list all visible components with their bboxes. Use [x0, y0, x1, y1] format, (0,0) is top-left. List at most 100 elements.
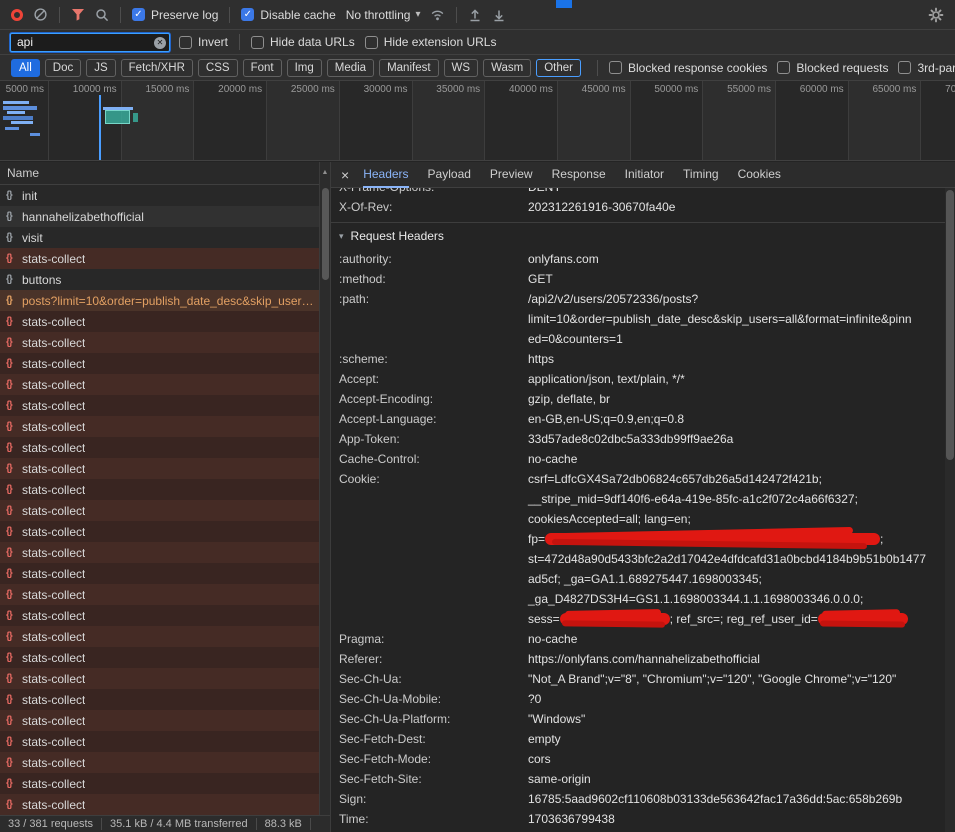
network-conditions-button[interactable]	[430, 8, 445, 21]
waterfall-activity	[133, 113, 138, 122]
header-name: Sec-Fetch-Site:	[331, 769, 528, 789]
throttling-select[interactable]: No throttling ▾	[346, 8, 421, 22]
scroll-up-icon[interactable]: ▲	[320, 162, 330, 176]
filter-chip-font[interactable]: Font	[243, 59, 282, 77]
timeline-overview[interactable]: 5000 ms10000 ms15000 ms20000 ms25000 ms3…	[0, 81, 955, 161]
request-row[interactable]: {}stats-collect	[0, 563, 330, 584]
request-row[interactable]: {}stats-collect	[0, 647, 330, 668]
blocked-requests-checkbox[interactable]	[777, 61, 790, 74]
request-row[interactable]: {}buttons	[0, 269, 330, 290]
invert-checkbox[interactable]	[179, 36, 192, 49]
disable-cache-checkbox[interactable]	[241, 8, 254, 21]
request-row[interactable]: {}stats-collect	[0, 605, 330, 626]
value-text: onlyfans.com	[528, 252, 599, 266]
blocked-response-cookies-checkbox[interactable]	[609, 61, 622, 74]
third-party-requests-toggle[interactable]: 3rd-party requests	[898, 61, 955, 75]
request-name: stats-collect	[22, 504, 85, 518]
filter-icon	[71, 8, 85, 21]
details-tabbar: × Headers Payload Preview Response Initiator…	[331, 162, 955, 188]
preserve-log-checkbox[interactable]	[132, 8, 145, 21]
request-row[interactable]: {}stats-collect	[0, 437, 330, 458]
request-row[interactable]: {}hannahelizabethofficial	[0, 206, 330, 227]
details-scrollbar[interactable]	[945, 188, 955, 832]
chevron-down-icon: ▾	[415, 9, 420, 20]
filter-chip-css[interactable]: CSS	[198, 59, 238, 77]
settings-button[interactable]	[928, 7, 944, 23]
search-button[interactable]	[95, 8, 109, 22]
filter-toolbar: ✕ Invert Hide data URLs Hide extension U…	[0, 30, 955, 55]
preserve-log-toggle[interactable]: Preserve log	[132, 8, 218, 22]
hide-extension-urls-toggle[interactable]: Hide extension URLs	[365, 35, 497, 49]
request-row[interactable]: {}stats-collect	[0, 752, 330, 773]
hide-data-urls-toggle[interactable]: Hide data URLs	[251, 35, 355, 49]
filter-chip-wasm[interactable]: Wasm	[483, 59, 531, 77]
header-name: App-Token:	[331, 429, 528, 449]
hide-extension-urls-checkbox[interactable]	[365, 36, 378, 49]
tab-preview[interactable]: Preview	[490, 162, 533, 188]
request-row[interactable]: {}stats-collect	[0, 626, 330, 647]
request-headers-section[interactable]: ▾Request Headers	[331, 222, 945, 249]
request-row[interactable]: {}stats-collect	[0, 311, 330, 332]
hide-data-urls-checkbox[interactable]	[251, 36, 264, 49]
request-row[interactable]: {}stats-collect	[0, 353, 330, 374]
clear-filter-icon[interactable]: ✕	[154, 37, 166, 49]
request-type-icon: {}	[6, 715, 22, 726]
request-row[interactable]: {}stats-collect	[0, 773, 330, 794]
request-type-icon: {}	[6, 463, 22, 474]
request-row[interactable]: {}stats-collect	[0, 668, 330, 689]
request-row[interactable]: {}stats-collect	[0, 458, 330, 479]
request-row[interactable]: {}stats-collect	[0, 542, 330, 563]
request-row[interactable]: {}stats-collect	[0, 500, 330, 521]
request-row[interactable]: {}stats-collect	[0, 248, 330, 269]
third-party-requests-checkbox[interactable]	[898, 61, 911, 74]
request-row[interactable]: {}visit	[0, 227, 330, 248]
request-list-scrollbar[interactable]: ▲	[319, 162, 330, 815]
request-row[interactable]: {}stats-collect	[0, 521, 330, 542]
request-row[interactable]: {}stats-collect	[0, 584, 330, 605]
header-row: Accept-Language:en-GB,en-US;q=0.9,en;q=0…	[331, 409, 945, 429]
export-har-button[interactable]	[492, 8, 506, 22]
request-row[interactable]: {}stats-collect	[0, 374, 330, 395]
filter-chip-ws[interactable]: WS	[444, 59, 479, 77]
request-row[interactable]: {}stats-collect	[0, 395, 330, 416]
request-row[interactable]: {}posts?limit=10&order=publish_date_desc…	[0, 290, 330, 311]
filter-chip-fetch-xhr[interactable]: Fetch/XHR	[121, 59, 193, 77]
tab-headers[interactable]: Headers	[363, 162, 408, 188]
tab-initiator[interactable]: Initiator	[625, 162, 664, 188]
timeline-gridline	[630, 81, 631, 160]
request-row[interactable]: {}stats-collect	[0, 479, 330, 500]
filter-chip-js[interactable]: JS	[86, 59, 115, 77]
blocked-response-cookies-toggle[interactable]: Blocked response cookies	[609, 61, 767, 75]
filter-chip-other[interactable]: Other	[536, 59, 581, 77]
filter-chip-img[interactable]: Img	[287, 59, 322, 77]
timeline-gridline	[412, 81, 413, 160]
request-row[interactable]: {}stats-collect	[0, 332, 330, 353]
filter-chip-manifest[interactable]: Manifest	[379, 59, 438, 77]
scrollbar-thumb[interactable]	[946, 190, 954, 460]
close-icon[interactable]: ×	[341, 167, 349, 183]
tab-response[interactable]: Response	[552, 162, 606, 188]
request-row[interactable]: {}stats-collect	[0, 794, 330, 815]
tab-cookies[interactable]: Cookies	[738, 162, 781, 188]
filter-button[interactable]	[71, 8, 85, 21]
request-row[interactable]: {}stats-collect	[0, 731, 330, 752]
filter-chip-media[interactable]: Media	[327, 59, 374, 77]
blocked-requests-toggle[interactable]: Blocked requests	[777, 61, 888, 75]
invert-toggle[interactable]: Invert	[179, 35, 228, 49]
import-har-button[interactable]	[468, 8, 482, 22]
filter-input[interactable]	[10, 33, 170, 52]
tab-payload[interactable]: Payload	[428, 162, 471, 188]
disable-cache-toggle[interactable]: Disable cache	[241, 8, 335, 22]
request-type-icon: {}	[6, 589, 22, 600]
request-row[interactable]: {}init	[0, 185, 330, 206]
tab-timing[interactable]: Timing	[683, 162, 719, 188]
record-button[interactable]	[11, 9, 23, 21]
name-column-header[interactable]: Name	[0, 162, 330, 185]
request-row[interactable]: {}stats-collect	[0, 416, 330, 437]
filter-chip-all[interactable]: All	[11, 59, 40, 77]
scrollbar-thumb[interactable]	[322, 188, 329, 280]
request-row[interactable]: {}stats-collect	[0, 710, 330, 731]
clear-button[interactable]	[33, 7, 48, 22]
filter-chip-doc[interactable]: Doc	[45, 59, 81, 77]
request-row[interactable]: {}stats-collect	[0, 689, 330, 710]
